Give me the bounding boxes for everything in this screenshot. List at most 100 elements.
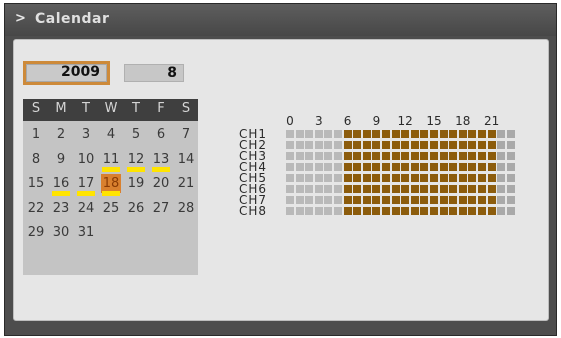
empty-hour-cell[interactable] xyxy=(506,196,515,204)
recorded-hour-cell[interactable] xyxy=(468,163,477,171)
recorded-hour-cell[interactable] xyxy=(478,174,486,182)
empty-hour-cell[interactable] xyxy=(305,185,314,193)
recorded-hour-cell[interactable] xyxy=(362,196,371,204)
recorded-hour-cell[interactable] xyxy=(372,163,381,171)
recorded-hour-cell[interactable] xyxy=(478,196,486,204)
recorded-hour-cell[interactable] xyxy=(410,163,419,171)
recorded-hour-cell[interactable] xyxy=(382,174,390,182)
recorded-hour-cell[interactable] xyxy=(343,196,352,204)
calendar-day[interactable]: 3 xyxy=(76,125,96,144)
empty-hour-cell[interactable] xyxy=(286,174,294,182)
recorded-hour-cell[interactable] xyxy=(391,196,400,204)
recorded-hour-cell[interactable] xyxy=(401,130,410,138)
recorded-hour-cell[interactable] xyxy=(487,174,496,182)
recorded-hour-cell[interactable] xyxy=(343,152,352,160)
recorded-hour-cell[interactable] xyxy=(382,152,390,160)
recorded-hour-cell[interactable] xyxy=(439,163,448,171)
recorded-hour-cell[interactable] xyxy=(430,130,438,138)
calendar-day[interactable]: 21 xyxy=(176,174,196,193)
recorded-hour-cell[interactable] xyxy=(430,163,438,171)
recorded-hour-cell[interactable] xyxy=(372,185,381,193)
empty-hour-cell[interactable] xyxy=(295,207,304,215)
recorded-hour-cell[interactable] xyxy=(430,152,438,160)
recorded-hour-cell[interactable] xyxy=(343,185,352,193)
recorded-hour-cell[interactable] xyxy=(410,174,419,182)
recorded-hour-cell[interactable] xyxy=(439,141,448,149)
calendar-day[interactable]: 29 xyxy=(26,223,46,242)
recorded-hour-cell[interactable] xyxy=(343,174,352,182)
recorded-hour-cell[interactable] xyxy=(353,163,362,171)
recorded-hour-cell[interactable] xyxy=(362,130,371,138)
calendar-day[interactable]: 25 xyxy=(101,199,121,218)
empty-hour-cell[interactable] xyxy=(295,152,304,160)
empty-hour-cell[interactable] xyxy=(334,174,342,182)
empty-hour-cell[interactable] xyxy=(286,141,294,149)
recorded-hour-cell[interactable] xyxy=(362,185,371,193)
recorded-hour-cell[interactable] xyxy=(468,207,477,215)
empty-hour-cell[interactable] xyxy=(305,130,314,138)
recorded-hour-cell[interactable] xyxy=(401,196,410,204)
empty-hour-cell[interactable] xyxy=(506,163,515,171)
recorded-hour-cell[interactable] xyxy=(372,196,381,204)
empty-hour-cell[interactable] xyxy=(305,163,314,171)
recorded-hour-cell[interactable] xyxy=(468,174,477,182)
empty-hour-cell[interactable] xyxy=(305,174,314,182)
recorded-hour-cell[interactable] xyxy=(439,196,448,204)
recorded-hour-cell[interactable] xyxy=(391,174,400,182)
recorded-hour-cell[interactable] xyxy=(343,130,352,138)
recorded-hour-cell[interactable] xyxy=(353,174,362,182)
empty-hour-cell[interactable] xyxy=(295,163,304,171)
empty-hour-cell[interactable] xyxy=(497,163,506,171)
recorded-hour-cell[interactable] xyxy=(487,152,496,160)
recorded-hour-cell[interactable] xyxy=(487,196,496,204)
recorded-hour-cell[interactable] xyxy=(343,141,352,149)
empty-hour-cell[interactable] xyxy=(506,185,515,193)
empty-hour-cell[interactable] xyxy=(497,130,506,138)
recorded-hour-cell[interactable] xyxy=(420,207,429,215)
empty-hour-cell[interactable] xyxy=(314,130,323,138)
empty-hour-cell[interactable] xyxy=(305,141,314,149)
calendar-day[interactable]: 28 xyxy=(176,199,196,218)
empty-hour-cell[interactable] xyxy=(286,207,294,215)
empty-hour-cell[interactable] xyxy=(506,141,515,149)
calendar-day[interactable]: 10 xyxy=(76,150,96,169)
calendar-day[interactable]: 12 xyxy=(126,150,146,172)
recorded-hour-cell[interactable] xyxy=(458,152,467,160)
empty-hour-cell[interactable] xyxy=(497,185,506,193)
recorded-hour-cell[interactable] xyxy=(478,152,486,160)
empty-hour-cell[interactable] xyxy=(334,152,342,160)
recorded-hour-cell[interactable] xyxy=(382,130,390,138)
recorded-hour-cell[interactable] xyxy=(410,185,419,193)
empty-hour-cell[interactable] xyxy=(314,163,323,171)
calendar-day[interactable]: 6 xyxy=(151,125,171,144)
recorded-hour-cell[interactable] xyxy=(382,196,390,204)
recorded-hour-cell[interactable] xyxy=(487,207,496,215)
recorded-hour-cell[interactable] xyxy=(478,185,486,193)
recorded-hour-cell[interactable] xyxy=(430,185,438,193)
recorded-hour-cell[interactable] xyxy=(420,130,429,138)
recorded-hour-cell[interactable] xyxy=(420,163,429,171)
recorded-hour-cell[interactable] xyxy=(487,141,496,149)
recorded-hour-cell[interactable] xyxy=(410,152,419,160)
recorded-hour-cell[interactable] xyxy=(458,141,467,149)
recorded-hour-cell[interactable] xyxy=(449,141,458,149)
recorded-hour-cell[interactable] xyxy=(468,130,477,138)
empty-hour-cell[interactable] xyxy=(334,196,342,204)
calendar-day[interactable]: 7 xyxy=(176,125,196,144)
empty-hour-cell[interactable] xyxy=(286,163,294,171)
empty-hour-cell[interactable] xyxy=(295,141,304,149)
empty-hour-cell[interactable] xyxy=(314,207,323,215)
recorded-hour-cell[interactable] xyxy=(430,174,438,182)
empty-hour-cell[interactable] xyxy=(497,152,506,160)
empty-hour-cell[interactable] xyxy=(305,207,314,215)
calendar-day[interactable]: 18 xyxy=(101,174,121,196)
recorded-hour-cell[interactable] xyxy=(410,130,419,138)
calendar-day[interactable]: 4 xyxy=(101,125,121,144)
empty-hour-cell[interactable] xyxy=(324,196,333,204)
empty-hour-cell[interactable] xyxy=(286,185,294,193)
recorded-hour-cell[interactable] xyxy=(449,163,458,171)
recorded-hour-cell[interactable] xyxy=(458,174,467,182)
calendar-day[interactable]: 14 xyxy=(176,150,196,169)
recorded-hour-cell[interactable] xyxy=(430,141,438,149)
recorded-hour-cell[interactable] xyxy=(487,130,496,138)
